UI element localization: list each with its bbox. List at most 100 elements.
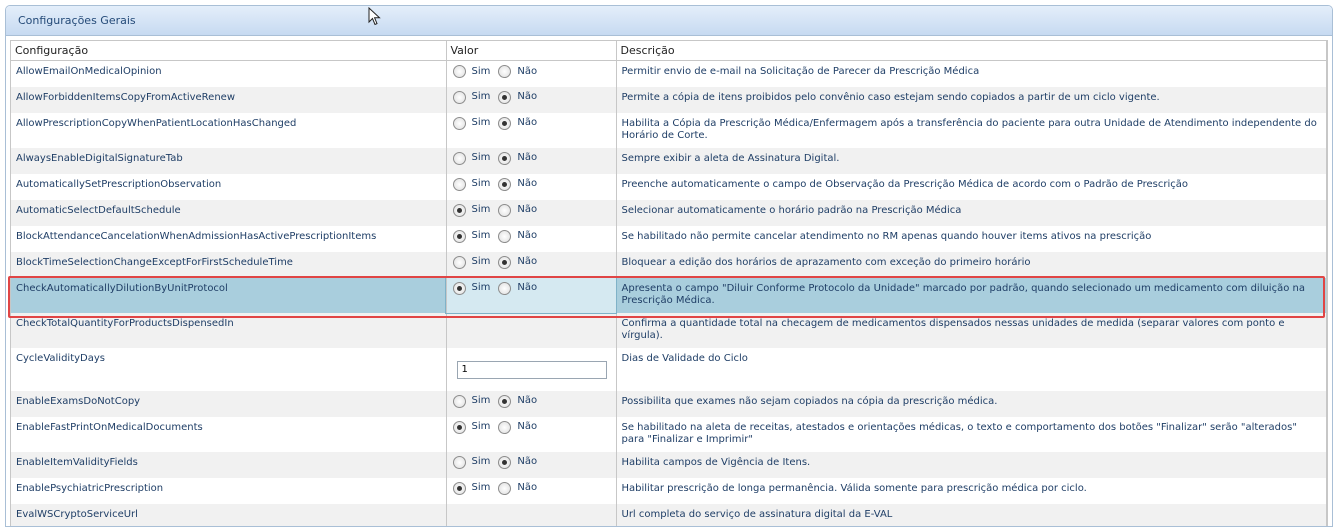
radio-button-icon[interactable]: [498, 421, 511, 434]
column-header-value[interactable]: Valor: [446, 41, 616, 61]
radio-label: Sim: [472, 421, 491, 433]
radio-button-icon[interactable]: [453, 204, 466, 217]
radio-label: Sim: [472, 395, 491, 407]
config-value-cell: Sim Não: [446, 278, 616, 313]
radio-button-icon[interactable]: [453, 395, 466, 408]
radio-button-icon[interactable]: [453, 482, 466, 495]
radio-button-icon[interactable]: [453, 152, 466, 165]
radio-option-nao[interactable]: Não: [498, 482, 537, 495]
radio-button-icon[interactable]: [453, 256, 466, 269]
radio-label: Sim: [472, 66, 491, 78]
table-row[interactable]: AutomaticallySetPrescriptionObservationS…: [11, 174, 1327, 200]
table-row[interactable]: BlockTimeSelectionChangeExceptForFirstSc…: [11, 252, 1327, 278]
radio-option-nao[interactable]: Não: [498, 456, 537, 469]
radio-button-icon[interactable]: [453, 91, 466, 104]
config-value-cell: [446, 504, 616, 527]
radio-option-sim[interactable]: Sim: [453, 117, 491, 130]
config-value-cell: Sim Não: [446, 226, 616, 252]
radio-button-icon[interactable]: [453, 65, 466, 78]
config-description-cell: Permitir envio de e-mail na Solicitação …: [616, 61, 1327, 87]
radio-label: Sim: [472, 178, 491, 190]
table-row[interactable]: AllowPrescriptionCopyWhenPatientLocation…: [11, 113, 1327, 148]
radio-option-nao[interactable]: Não: [498, 178, 537, 191]
table-row[interactable]: EnablePsychiatricPrescriptionSimNãoHabil…: [11, 478, 1327, 504]
radio-option-sim[interactable]: Sim: [453, 178, 491, 191]
radio-button-icon[interactable]: [453, 230, 466, 243]
table-row[interactable]: CheckAutomaticallyDilutionByUnitProtocol…: [11, 278, 1327, 313]
radio-option-nao[interactable]: Não: [498, 395, 537, 408]
radio-label: Não: [517, 456, 537, 468]
radio-label: Não: [517, 66, 537, 78]
table-row[interactable]: CheckTotalQuantityForProductsDispensedIn…: [11, 313, 1327, 348]
radio-option-sim[interactable]: Sim: [453, 421, 491, 434]
radio-option-sim[interactable]: Sim: [453, 256, 491, 269]
radio-button-icon[interactable]: [498, 178, 511, 191]
radio-option-sim[interactable]: Sim: [453, 395, 491, 408]
config-name-cell: EnableFastPrintOnMedicalDocuments: [11, 417, 446, 452]
table-row[interactable]: AllowEmailOnMedicalOpinionSimNãoPermitir…: [11, 61, 1327, 87]
radio-option-sim[interactable]: Sim: [453, 152, 491, 165]
radio-button-icon[interactable]: [498, 152, 511, 165]
radio-button-icon[interactable]: [498, 230, 511, 243]
radio-button-icon[interactable]: [498, 282, 511, 295]
config-description-cell: Se habilitado na aleta de receitas, ates…: [616, 417, 1327, 452]
radio-button-icon[interactable]: [453, 456, 466, 469]
table-row[interactable]: AlwaysEnableDigitalSignatureTabSimNãoSem…: [11, 148, 1327, 174]
radio-label: Sim: [472, 204, 491, 216]
column-header-description[interactable]: Descrição: [616, 41, 1327, 61]
radio-option-nao[interactable]: Não: [498, 152, 537, 165]
table-row[interactable]: EnableItemValidityFieldsSimNãoHabilita c…: [11, 452, 1327, 478]
radio-option-sim[interactable]: Sim: [453, 482, 491, 495]
radio-button-icon[interactable]: [498, 395, 511, 408]
radio-button-icon[interactable]: [498, 482, 511, 495]
radio-option-nao[interactable]: Não: [498, 230, 537, 243]
radio-button-icon[interactable]: [453, 282, 466, 295]
radio-option-nao[interactable]: Não: [498, 204, 537, 217]
radio-option-sim[interactable]: Sim: [453, 65, 491, 78]
config-value-cell: Sim Não: [446, 478, 616, 504]
radio-option-sim[interactable]: Sim: [453, 91, 491, 104]
radio-button-icon[interactable]: [498, 91, 511, 104]
radio-option-sim[interactable]: Sim: [453, 456, 491, 469]
radio-label: Não: [517, 178, 537, 190]
radio-label: Sim: [472, 152, 491, 164]
cycle-validity-days-input[interactable]: [457, 361, 607, 379]
radio-option-nao[interactable]: Não: [498, 117, 537, 130]
radio-button-icon[interactable]: [453, 421, 466, 434]
radio-option-nao[interactable]: Não: [498, 91, 537, 104]
column-header-config[interactable]: Configuração: [11, 41, 446, 61]
radio-option-nao[interactable]: Não: [498, 65, 537, 78]
panel-title: Configurações Gerais: [6, 6, 1332, 36]
radio-button-icon[interactable]: [453, 117, 466, 130]
table-row[interactable]: AutomaticSelectDefaultScheduleSimNãoSele…: [11, 200, 1327, 226]
config-value-cell: Sim Não: [446, 174, 616, 200]
radio-option-nao[interactable]: Não: [498, 282, 537, 295]
config-name-cell: AutomaticallySetPrescriptionObservation: [11, 174, 446, 200]
table-row[interactable]: EvalWSCryptoServiceUrlUrl completa do se…: [11, 504, 1327, 527]
radio-option-sim[interactable]: Sim: [453, 230, 491, 243]
radio-option-nao[interactable]: Não: [498, 256, 537, 269]
table-row[interactable]: CycleValidityDaysDias de Validade do Cic…: [11, 348, 1327, 391]
radio-label: Não: [517, 482, 537, 494]
table-row[interactable]: AllowForbiddenItemsCopyFromActiveRenewSi…: [11, 87, 1327, 113]
radio-label: Sim: [472, 482, 491, 494]
radio-option-sim[interactable]: Sim: [453, 282, 491, 295]
radio-button-icon[interactable]: [498, 204, 511, 217]
config-description-cell: Apresenta o campo "Diluir Conforme Proto…: [616, 278, 1327, 313]
table-row[interactable]: EnableFastPrintOnMedicalDocuments Sim Não S…: [11, 417, 1327, 452]
radio-label: Não: [517, 91, 537, 103]
radio-button-icon[interactable]: [453, 178, 466, 191]
radio-button-icon[interactable]: [498, 65, 511, 78]
table-row[interactable]: BlockAttendanceCancelationWhenAdmissionH…: [11, 226, 1327, 252]
radio-button-icon[interactable]: [498, 117, 511, 130]
radio-button-icon[interactable]: [498, 456, 511, 469]
radio-label: Sim: [472, 256, 491, 268]
config-description-cell: Confirma a quantidade total na checagem …: [616, 313, 1327, 348]
config-value-cell: Sim Não: [446, 200, 616, 226]
radio-option-sim[interactable]: Sim: [453, 204, 491, 217]
radio-button-icon[interactable]: [498, 256, 511, 269]
radio-option-nao[interactable]: Não: [498, 421, 537, 434]
config-name-cell: AutomaticSelectDefaultSchedule: [11, 200, 446, 226]
config-description-cell: Habilita a Cópia da Prescrição Médica/En…: [616, 113, 1327, 148]
table-row[interactable]: EnableExamsDoNotCopySimNãoPossibilita qu…: [11, 391, 1327, 417]
